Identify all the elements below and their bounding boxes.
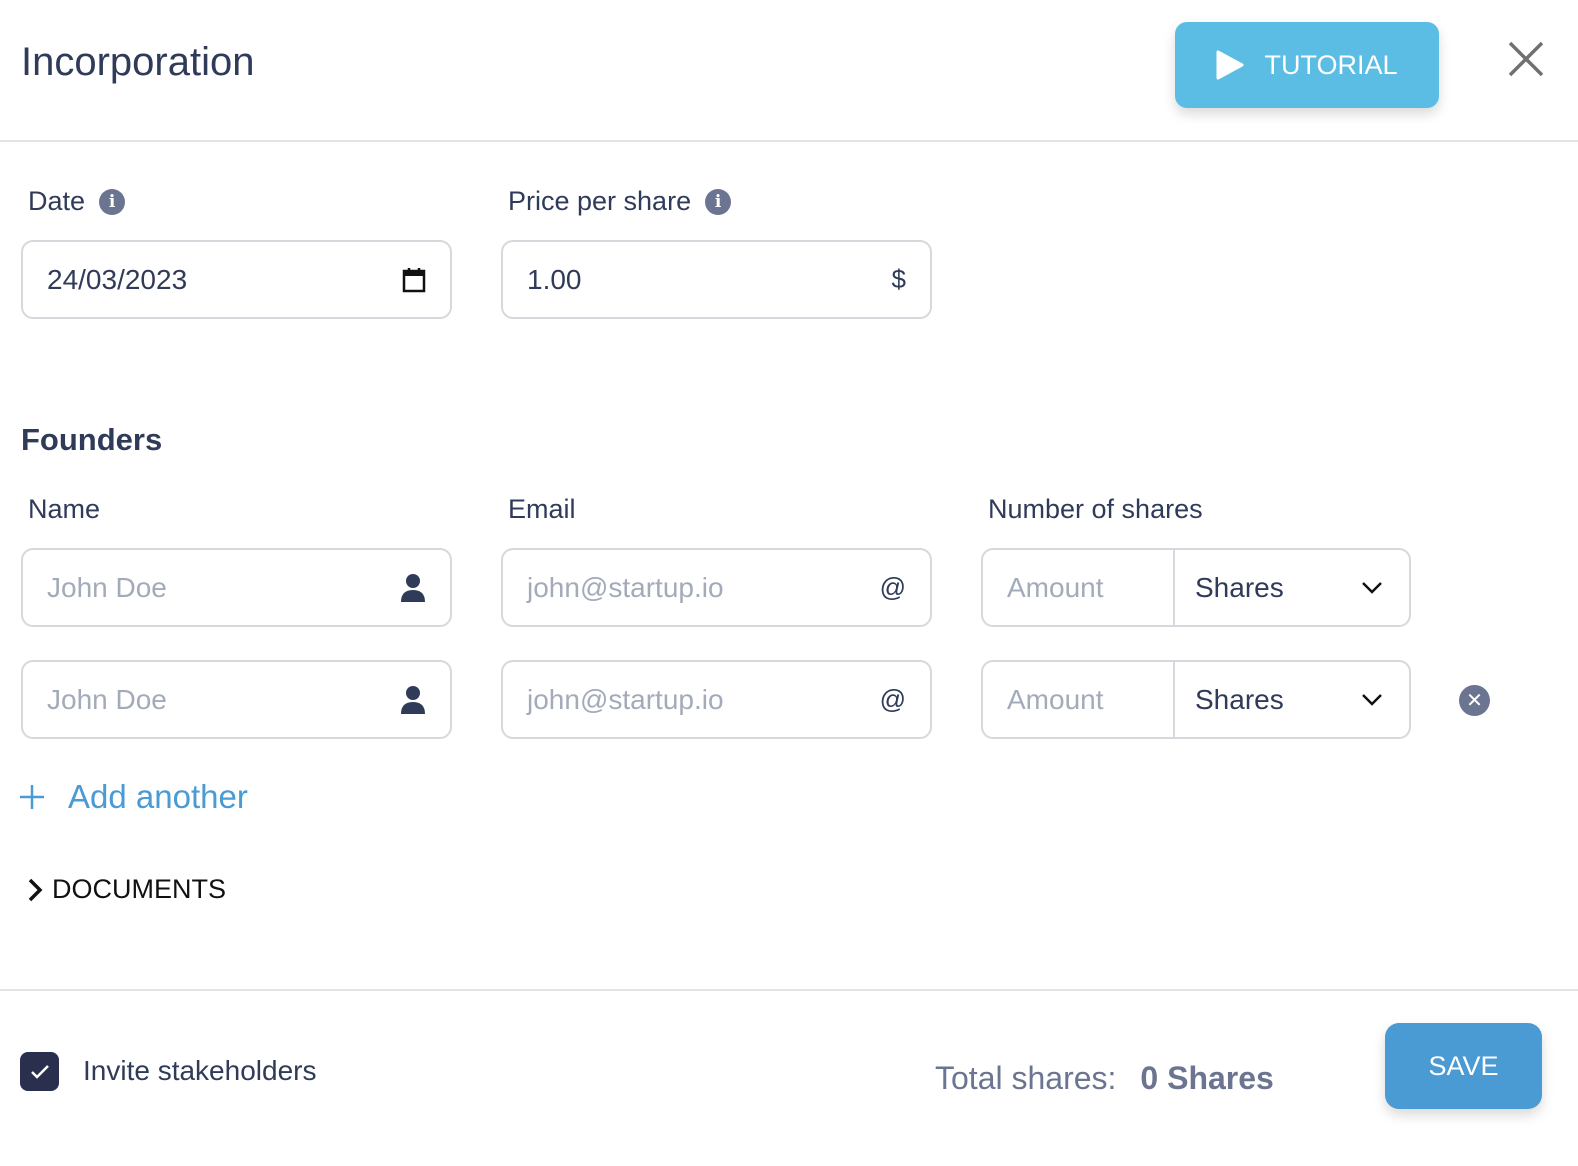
chevron-right-icon [28, 878, 43, 901]
info-icon[interactable]: i [99, 188, 126, 215]
checkmark-icon [30, 1064, 49, 1079]
user-icon [401, 685, 425, 714]
invite-label: Invite stakeholders [83, 1055, 317, 1086]
unit-select[interactable]: Shares [1175, 550, 1409, 625]
name-placeholder: John Doe [47, 571, 167, 603]
name-placeholder: John Doe [47, 683, 167, 715]
price-label-text: Price per share [508, 186, 692, 216]
calendar-icon[interactable] [402, 267, 426, 293]
documents-label: DOCUMENTS [52, 874, 226, 904]
dollar-icon: $ [891, 264, 906, 294]
at-icon: @ [879, 572, 906, 602]
amount-input[interactable]: Amount [983, 550, 1175, 625]
name-column-label: Name [28, 494, 101, 524]
total-label: Total shares: [935, 1060, 1117, 1096]
add-another-label: Add another [68, 778, 248, 815]
date-label: Date i [28, 186, 126, 217]
save-button[interactable]: SAVE [1385, 1023, 1542, 1109]
unit-value: Shares [1195, 571, 1284, 603]
price-label: Price per share i [508, 186, 732, 217]
founder-name-input[interactable]: John Doe [21, 660, 452, 739]
play-icon [1216, 50, 1244, 80]
shares-column-label: Number of shares [988, 494, 1203, 524]
amount-input[interactable]: Amount [983, 662, 1175, 737]
unit-value: Shares [1195, 683, 1284, 715]
chevron-down-icon [1362, 581, 1382, 594]
email-placeholder: john@startup.io [527, 683, 724, 715]
founders-title: Founders [21, 422, 163, 457]
footer-divider [0, 989, 1578, 991]
date-input[interactable]: 24/03/2023 [21, 240, 452, 319]
tutorial-button[interactable]: TUTORIAL [1175, 22, 1439, 108]
total-value: 0 Shares [1140, 1060, 1274, 1096]
date-value: 24/03/2023 [47, 263, 188, 295]
chevron-down-icon [1362, 693, 1382, 706]
invite-checkbox[interactable] [20, 1052, 59, 1091]
add-another-button[interactable]: Add another [18, 778, 248, 816]
price-input[interactable]: 1.00 $ [501, 240, 932, 319]
founder-email-input[interactable]: john@startup.io @ [501, 660, 932, 739]
email-column-label: Email [508, 494, 576, 524]
header-divider [0, 140, 1578, 142]
founder-name-input[interactable]: John Doe [21, 548, 452, 627]
page-title: Incorporation [21, 40, 255, 84]
total-shares: Total shares: 0 Shares [935, 1060, 1274, 1097]
date-label-text: Date [28, 186, 86, 216]
user-icon [401, 573, 425, 602]
founder-email-input[interactable]: john@startup.io @ [501, 548, 932, 627]
shares-input-group: Amount Shares [981, 660, 1411, 739]
documents-toggle[interactable]: DOCUMENTS [26, 874, 226, 905]
tutorial-label: TUTORIAL [1264, 49, 1398, 80]
info-icon[interactable]: i [705, 188, 732, 215]
close-icon[interactable] [1505, 38, 1547, 80]
price-value: 1.00 [527, 263, 582, 295]
unit-select[interactable]: Shares [1175, 662, 1409, 737]
at-icon: @ [879, 684, 906, 714]
remove-row-icon[interactable]: ✕ [1459, 685, 1490, 716]
shares-input-group: Amount Shares [981, 548, 1411, 627]
email-placeholder: john@startup.io [527, 571, 724, 603]
plus-icon [20, 785, 44, 809]
